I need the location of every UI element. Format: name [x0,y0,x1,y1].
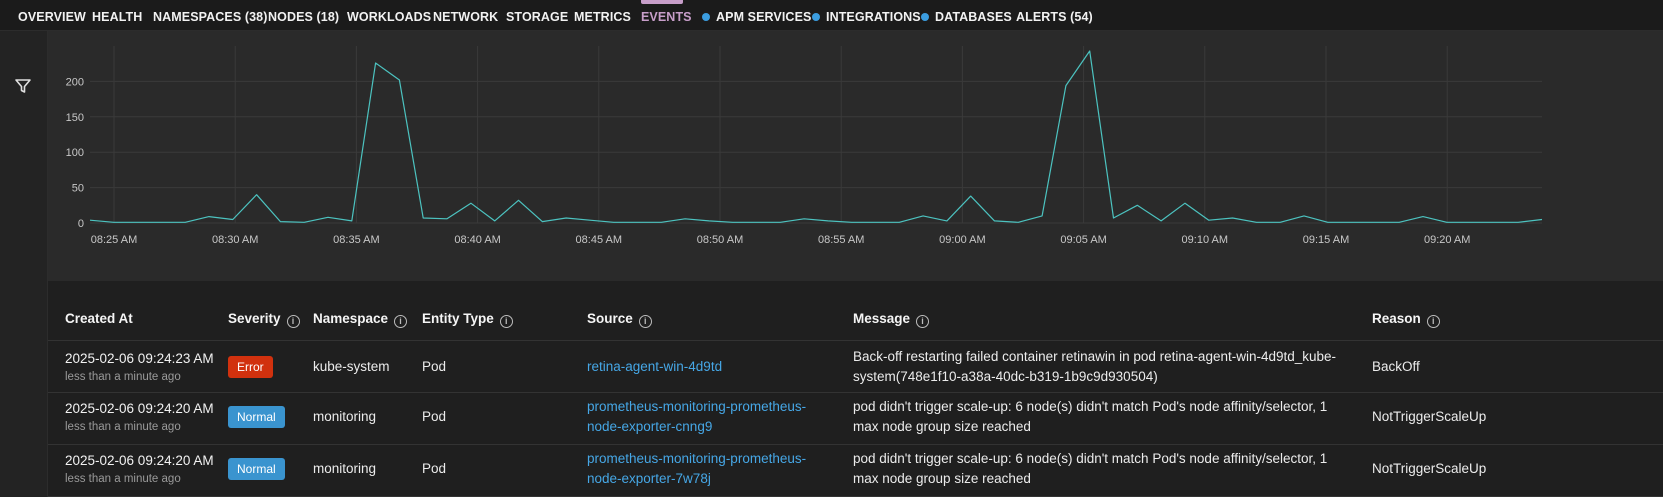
col-created-at[interactable]: Created At [65,311,133,326]
info-icon[interactable]: i [916,315,930,328]
severity-cell: Normal [228,406,285,428]
source-link[interactable]: prometheus-monitoring-prometheus-node-ex… [587,449,827,489]
events-table: Created At Severity i Namespace i Entity T… [48,281,1663,497]
y-tick-label: 50 [72,183,84,195]
entity-type-cell: Pod [422,461,447,476]
tab-databases-label: DATABASES [935,10,1012,24]
reason-cell: NotTriggerScaleUp [1372,461,1487,476]
col-message-label: Message [853,311,911,326]
info-icon[interactable]: i [394,315,408,328]
message-cell: pod didn't trigger scale-up: 6 node(s) d… [853,451,1328,486]
tab-databases[interactable]: DATABASES [921,0,1012,31]
message-cell: pod didn't trigger scale-up: 6 node(s) d… [853,399,1328,434]
table-row[interactable]: 2025-02-06 09:24:20 AM less than a minut… [48,445,1663,497]
tab-apm-services-label: APM SERVICES [716,10,812,24]
y-tick-label: 0 [78,218,84,230]
col-severity-label: Severity [228,311,281,326]
created-relative: less than a minute ago [65,473,181,485]
tab-integrations-label: INTEGRATIONS [826,10,921,24]
status-dot-icon [812,13,820,21]
table-row[interactable]: 2025-02-06 09:24:23 AM less than a minut… [48,341,1663,393]
reason-cell: NotTriggerScaleUp [1372,409,1487,424]
severity-badge: Normal [228,458,285,480]
tab-health[interactable]: HEALTH [92,0,142,31]
x-tick-label: 08:30 AM [212,234,258,246]
created-at: 2025-02-06 09:24:20 AM [65,401,214,416]
events-chart-svg: 08:25 AM 08:30 AM 08:35 AM 08:40 AM 08:45 AM… [66,46,1543,246]
x-tick-label: 09:20 AM [1424,234,1470,246]
col-entity-type[interactable]: Entity Type i [422,311,513,328]
table-row[interactable]: 2025-02-06 09:24:20 AM less than a minut… [48,393,1663,445]
severity-badge: Error [228,356,273,378]
severity-badge: Normal [228,406,285,428]
status-dot-icon [702,13,710,21]
tab-network[interactable]: NETWORK [433,0,498,31]
tab-integrations[interactable]: INTEGRATIONS [812,0,921,31]
created-at: 2025-02-06 09:24:20 AM [65,453,214,468]
col-entity-type-label: Entity Type [422,311,494,326]
x-tick-label: 08:50 AM [697,234,743,246]
entity-type-cell: Pod [422,409,447,424]
info-icon[interactable]: i [286,315,300,328]
status-dot-icon [921,13,929,21]
col-reason-label: Reason [1372,311,1421,326]
tab-workloads[interactable]: WORKLOADS [347,0,431,31]
col-source-label: Source [587,311,633,326]
y-tick-label: 150 [66,112,84,124]
entity-type-cell: Pod [422,359,447,374]
x-tick-label: 09:15 AM [1303,234,1349,246]
x-tick-label: 08:40 AM [454,234,500,246]
x-tick-label: 08:25 AM [91,234,137,246]
message-cell: Back-off restarting failed container ret… [853,349,1337,384]
created-cell: 2025-02-06 09:24:20 AM less than a minut… [65,451,214,487]
x-tick-label: 09:05 AM [1060,234,1106,246]
left-rail [0,31,48,497]
tab-overview[interactable]: OVERVIEW [18,0,86,31]
x-tick-label: 08:45 AM [576,234,622,246]
created-cell: 2025-02-06 09:24:23 AM less than a minut… [65,349,214,385]
tab-nodes[interactable]: NODES (18) [268,0,339,31]
col-created-at-label: Created At [65,311,133,326]
tab-apm-services[interactable]: APM SERVICES [702,0,811,31]
y-tick-label: 200 [66,76,84,88]
x-tick-label: 09:10 AM [1182,234,1228,246]
tab-storage[interactable]: STORAGE [506,0,568,31]
namespace-cell: monitoring [313,409,377,424]
top-nav: OVERVIEW HEALTH NAMESPACES (38) NODES (1… [0,0,1663,31]
created-at: 2025-02-06 09:24:23 AM [65,351,214,366]
tab-alerts[interactable]: ALERTS (54) [1016,0,1093,31]
filter-icon[interactable] [14,77,32,95]
reason-cell: BackOff [1372,359,1420,374]
col-namespace-label: Namespace [313,311,389,326]
x-tick-label: 08:35 AM [333,234,379,246]
source-link[interactable]: retina-agent-win-4d9td [587,357,827,377]
severity-cell: Normal [228,458,285,480]
source-link[interactable]: prometheus-monitoring-prometheus-node-ex… [587,397,827,437]
severity-cell: Error [228,356,273,378]
info-icon[interactable]: i [1426,315,1440,328]
events-chart: 08:25 AM 08:30 AM 08:35 AM 08:40 AM 08:45 AM… [48,31,1663,281]
created-relative: less than a minute ago [65,371,181,383]
col-reason[interactable]: Reason i [1372,311,1440,328]
tab-metrics[interactable]: METRICS [574,0,631,31]
x-tick-label: 08:55 AM [818,234,864,246]
created-cell: 2025-02-06 09:24:20 AM less than a minut… [65,399,214,435]
col-source[interactable]: Source i [587,311,652,328]
info-icon[interactable]: i [638,315,652,328]
y-tick-label: 100 [66,147,84,159]
tab-namespaces[interactable]: NAMESPACES (38) [153,0,267,31]
info-icon[interactable]: i [499,315,513,328]
x-tick-label: 09:00 AM [939,234,985,246]
col-namespace[interactable]: Namespace i [313,311,408,328]
namespace-cell: monitoring [313,461,377,476]
table-header: Created At Severity i Namespace i Entity T… [48,281,1663,341]
events-series-line [89,50,1543,223]
col-severity[interactable]: Severity i [228,311,300,328]
tab-events[interactable]: EVENTS [641,0,692,31]
namespace-cell: kube-system [313,359,390,374]
created-relative: less than a minute ago [65,421,181,433]
col-message[interactable]: Message i [853,311,930,328]
